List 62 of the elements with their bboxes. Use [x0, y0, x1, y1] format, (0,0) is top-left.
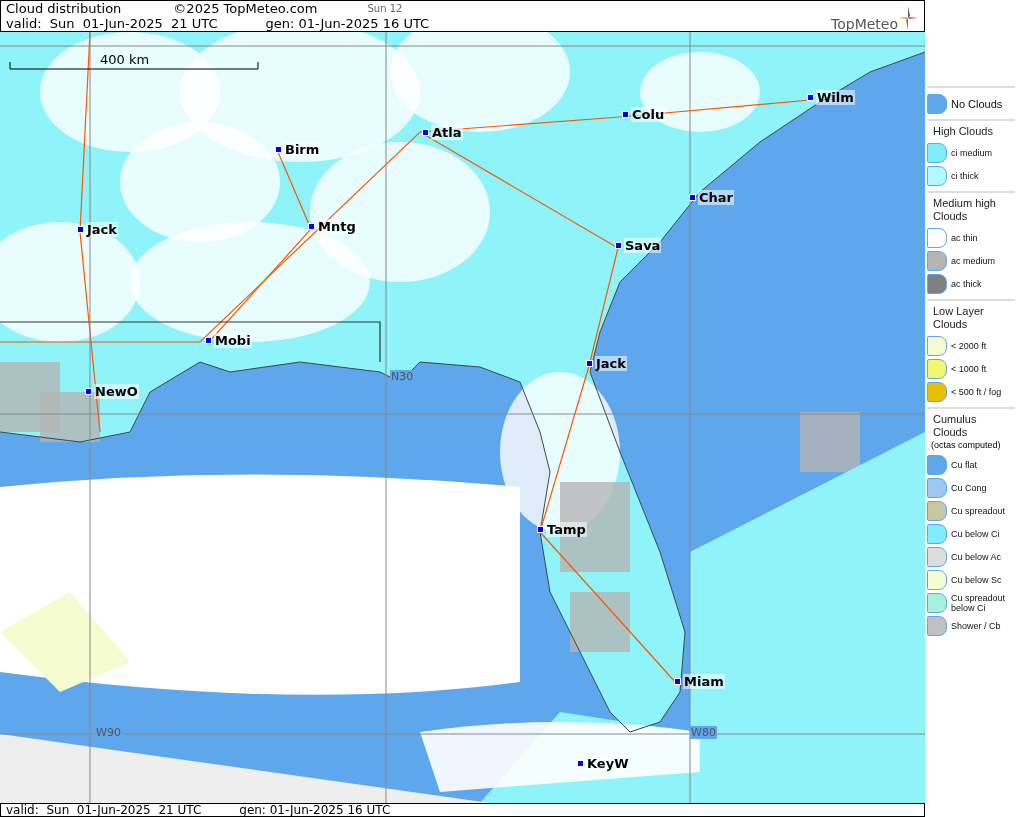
city-marker: [275, 146, 282, 153]
legend-heading: Cumulus Clouds: [932, 413, 978, 440]
legend-heading: High Clouds: [932, 125, 994, 139]
day-link[interactable]: Sun 12: [367, 3, 403, 14]
legend-label: No Clouds: [951, 99, 1003, 109]
city-label: Birm: [284, 142, 321, 157]
legend-label: ac thin: [951, 233, 978, 243]
legend-label: Shower / Cb: [951, 621, 1001, 631]
city-label: Mobi: [214, 333, 252, 348]
legend-heading: Low Layer Clouds: [932, 305, 985, 332]
legend-label: Cu flat: [951, 460, 977, 470]
city-marker: [77, 226, 84, 233]
legend-subheading: (octas computed): [930, 440, 1002, 452]
city-label: Tamp: [546, 522, 587, 537]
legend-label: ci thick: [951, 171, 979, 181]
legend-label: < 2000 ft: [951, 341, 987, 351]
city-label: NewO: [94, 384, 139, 399]
grid-label: W90: [95, 726, 122, 739]
legend-label: < 1000 ft: [951, 364, 987, 374]
city-label: Jack: [86, 222, 118, 237]
legend-label: Cu below Ac: [951, 552, 1002, 562]
city-label: Colu: [631, 107, 666, 122]
city-label: Mntg: [317, 219, 357, 234]
city-label: Jack: [595, 356, 627, 371]
city-marker: [422, 129, 429, 136]
copyright-text: ©2025 TopMeteo.com: [173, 1, 318, 16]
city-marker: [586, 360, 593, 367]
city-marker: [308, 223, 315, 230]
grid-label: N30: [390, 370, 415, 383]
city-label: Wilm: [816, 90, 855, 105]
legend-label: Cu spreadout below Ci: [951, 593, 1007, 613]
generated-time: gen: 01-Jun-2025 16 UTC: [239, 804, 391, 816]
city-marker: [622, 111, 629, 118]
city-marker: [615, 242, 622, 249]
legend-label: ac medium: [951, 256, 995, 266]
city-marker: [807, 94, 814, 101]
city-marker: [674, 678, 681, 685]
map-title: Cloud distribution: [6, 1, 122, 16]
legend-label: Cu below Sc: [951, 575, 1002, 585]
legend-label: ac thick: [951, 279, 982, 289]
city-label: Char: [698, 190, 734, 205]
legend-label: Cu spreadout: [951, 506, 1006, 516]
legend-label: Cu Cong: [951, 483, 987, 493]
city-marker: [577, 760, 584, 767]
city-marker: [689, 194, 696, 201]
city-label: Atla: [431, 125, 463, 140]
city-marker: [205, 337, 212, 344]
valid-time: valid: Sun 01-Jun-2025 21 UTC: [6, 16, 218, 31]
legend-heading: Medium high Clouds: [932, 197, 997, 224]
city-label: Miam: [683, 674, 725, 689]
valid-time: valid: Sun 01-Jun-2025 21 UTC: [6, 804, 202, 816]
city-marker: [85, 388, 92, 395]
legend-label: ci medium: [951, 148, 992, 158]
legend-label: < 500 ft / fog: [951, 387, 1002, 397]
city-label: KeyW: [586, 756, 630, 771]
scale-label: 400 km: [100, 52, 150, 67]
generated-time: gen: 01-Jun-2025 16 UTC: [265, 16, 430, 31]
city-label: Sava: [624, 238, 662, 253]
city-marker: [537, 526, 544, 533]
logo-text: TopMeteo: [831, 16, 898, 32]
legend-label: Cu below Ci: [951, 529, 1000, 539]
grid-label: W80: [690, 726, 717, 739]
